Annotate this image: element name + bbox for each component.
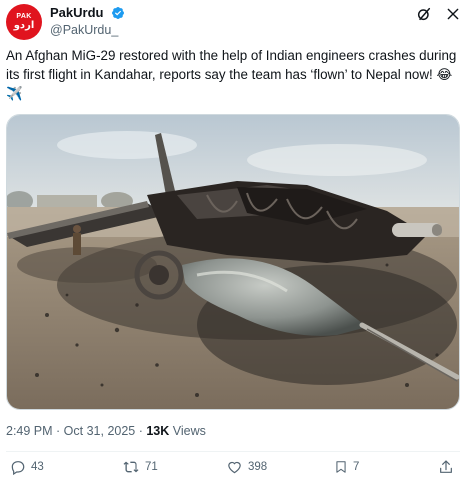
bookmark-icon: [336, 461, 346, 473]
like-count: 398: [248, 461, 268, 473]
meta-separator: ·: [135, 424, 147, 438]
tweet-media[interactable]: [6, 114, 460, 410]
tweet-header: PAK اردو PakUrdu @PakUrdu_: [6, 4, 460, 40]
avatar-text-bottom: اردو: [13, 20, 35, 31]
header-icons: [416, 6, 460, 22]
author-names: PakUrdu @PakUrdu_: [50, 4, 125, 39]
bookmark-count: 7: [353, 461, 360, 473]
views-count: 13K: [146, 424, 170, 438]
author-display-name[interactable]: PakUrdu: [50, 4, 103, 21]
tweet-actions: 43 71 398 7: [6, 459, 458, 483]
verified-badge-icon: [111, 6, 124, 19]
meta-separator: ·: [52, 424, 64, 438]
views-label: Views: [169, 424, 206, 438]
tweet-meta: 2:49 PM · Oct 31, 2025 · 13K Views: [6, 424, 206, 438]
reply-button[interactable]: 43: [10, 459, 44, 475]
share-button[interactable]: [438, 459, 454, 475]
bookmark-button[interactable]: 7: [334, 459, 359, 475]
repost-icon: [123, 461, 139, 473]
avatar[interactable]: PAK اردو: [6, 4, 42, 40]
author-handle[interactable]: @PakUrdu_: [50, 22, 125, 39]
divider: [6, 451, 460, 452]
reply-icon: [11, 461, 25, 475]
heart-icon: [228, 461, 241, 474]
repost-button[interactable]: 71: [122, 459, 158, 475]
reply-count: 43: [31, 461, 44, 473]
tweet-time[interactable]: 2:49 PM: [6, 424, 53, 438]
like-button[interactable]: 398: [226, 459, 267, 475]
crashed-jet-photo: [7, 115, 459, 409]
grok-icon[interactable]: [416, 6, 432, 22]
share-icon: [440, 460, 452, 473]
repost-count: 71: [145, 461, 158, 473]
tweet-text: An Afghan MiG-29 restored with the help …: [6, 48, 457, 101]
tweet-date[interactable]: Oct 31, 2025: [64, 424, 136, 438]
close-icon[interactable]: [446, 7, 460, 21]
